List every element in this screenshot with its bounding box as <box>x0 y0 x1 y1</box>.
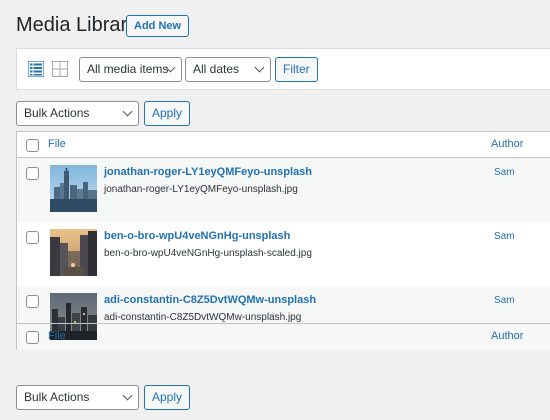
grid-view-icon[interactable] <box>52 61 68 77</box>
column-file-header[interactable]: File <box>48 138 66 150</box>
table-row: ben-o-bro-wpU4veNGnHg-unsplash ben-o-bro… <box>17 222 550 286</box>
chevron-down-icon <box>122 390 133 401</box>
chevron-down-icon <box>254 62 265 73</box>
media-thumbnail[interactable] <box>50 229 97 276</box>
media-type-value: All media items <box>87 62 169 76</box>
add-new-button[interactable]: Add New <box>126 15 190 37</box>
media-thumbnail[interactable] <box>50 165 97 212</box>
bulk-actions-select-bottom[interactable]: Bulk Actions <box>16 385 139 410</box>
row-checkbox[interactable] <box>26 295 39 308</box>
media-type-select[interactable]: All media items <box>79 57 182 82</box>
date-value: All dates <box>193 62 240 76</box>
bulk-actions-value: Bulk Actions <box>24 390 90 404</box>
media-filename: ben-o-bro-wpU4veNGnHg-unsplash-scaled.jp… <box>104 248 312 259</box>
table-header: File Author <box>17 132 550 158</box>
table-row: jonathan-roger-LY1eyQMFeyo-unsplash jona… <box>17 158 550 222</box>
list-view-icon[interactable] <box>27 60 45 78</box>
author-link[interactable]: Sam <box>494 231 515 242</box>
media-title-link[interactable]: jonathan-roger-LY1eyQMFeyo-unsplash <box>104 166 312 178</box>
apply-button-top[interactable]: Apply <box>144 101 191 126</box>
table-footer: File Author <box>17 323 550 349</box>
column-file-footer[interactable]: File <box>48 330 66 342</box>
date-select[interactable]: All dates <box>185 57 271 82</box>
bulk-actions-value: Bulk Actions <box>24 106 90 120</box>
media-title-link[interactable]: adi-constantin-C8Z5DvtWQMw-unsplash <box>104 294 316 306</box>
media-filename: adi-constantin-C8Z5DvtWQMw-unsplash.jpg <box>104 312 302 323</box>
select-all-checkbox-bottom[interactable] <box>26 331 39 344</box>
media-title-link[interactable]: ben-o-bro-wpU4veNGnHg-unsplash <box>104 230 290 242</box>
media-filename: jonathan-roger-LY1eyQMFeyo-unsplash.jpg <box>104 184 298 195</box>
select-all-checkbox[interactable] <box>26 139 39 152</box>
apply-button-bottom[interactable]: Apply <box>144 385 191 410</box>
column-author-footer[interactable]: Author <box>491 330 523 342</box>
page-title: Media Library <box>16 14 138 36</box>
row-checkbox[interactable] <box>26 231 39 244</box>
bulk-actions-select-top[interactable]: Bulk Actions <box>16 101 139 126</box>
author-link[interactable]: Sam <box>494 295 515 306</box>
row-checkbox[interactable] <box>26 167 39 180</box>
media-table: File Author jonathan-roger-LY1eyQMFeyo-u… <box>16 131 550 350</box>
chevron-down-icon <box>122 106 133 117</box>
author-link[interactable]: Sam <box>494 167 515 178</box>
filter-button[interactable]: Filter <box>275 57 318 82</box>
media-filter-bar: All media items All dates Filter <box>16 48 550 90</box>
column-author-header[interactable]: Author <box>491 138 523 150</box>
